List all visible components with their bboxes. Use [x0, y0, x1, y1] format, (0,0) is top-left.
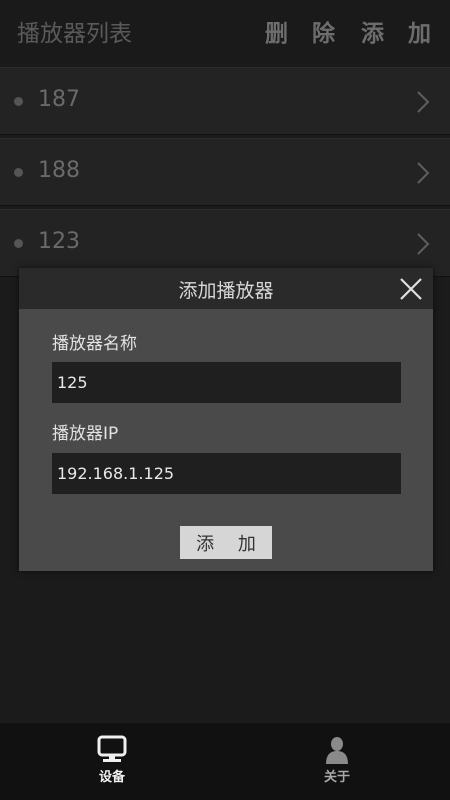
player-name: 187	[38, 87, 80, 112]
add-player-dialog: 添加播放器 播放器名称 125 播放器IP 192.168.1.125 添 加	[19, 268, 433, 571]
list-item[interactable]: 188	[0, 138, 450, 206]
close-icon[interactable]	[398, 276, 424, 302]
chevron-right-icon	[417, 91, 430, 113]
bullet-icon	[14, 168, 23, 177]
chevron-right-icon	[417, 233, 430, 255]
player-name-input[interactable]: 125	[52, 362, 401, 403]
screen: 播放器列表 删 除 添 加 187 188 123 添加播放器 播放器名称 12…	[0, 0, 450, 800]
page-title: 播放器列表	[17, 21, 132, 47]
bottom-nav: 设备 关于	[0, 723, 450, 800]
nav-about[interactable]: 关于	[297, 735, 377, 785]
bullet-icon	[14, 239, 23, 248]
dialog-title: 添加播放器	[178, 280, 274, 302]
player-ip-label: 播放器IP	[52, 424, 119, 444]
player-list: 187 188 123	[0, 67, 450, 280]
header: 播放器列表 删 除 添 加	[0, 0, 450, 64]
person-icon	[326, 737, 348, 764]
chevron-right-icon	[417, 162, 430, 184]
nav-about-label: 关于	[323, 770, 350, 785]
add-button[interactable]: 添 加	[361, 14, 439, 48]
nav-devices[interactable]: 设备	[72, 735, 152, 785]
monitor-icon	[97, 735, 127, 762]
player-ip-input[interactable]: 192.168.1.125	[52, 453, 401, 494]
nav-devices-label: 设备	[98, 770, 125, 785]
list-item[interactable]: 123	[0, 209, 450, 277]
player-name: 188	[38, 158, 80, 183]
player-name: 123	[38, 229, 80, 254]
dialog-header: 添加播放器	[19, 268, 433, 309]
player-name-label: 播放器名称	[52, 334, 137, 354]
bullet-icon	[14, 97, 23, 106]
list-item[interactable]: 187	[0, 67, 450, 135]
submit-add-button[interactable]: 添 加	[180, 526, 272, 559]
delete-button[interactable]: 删 除	[265, 14, 343, 48]
